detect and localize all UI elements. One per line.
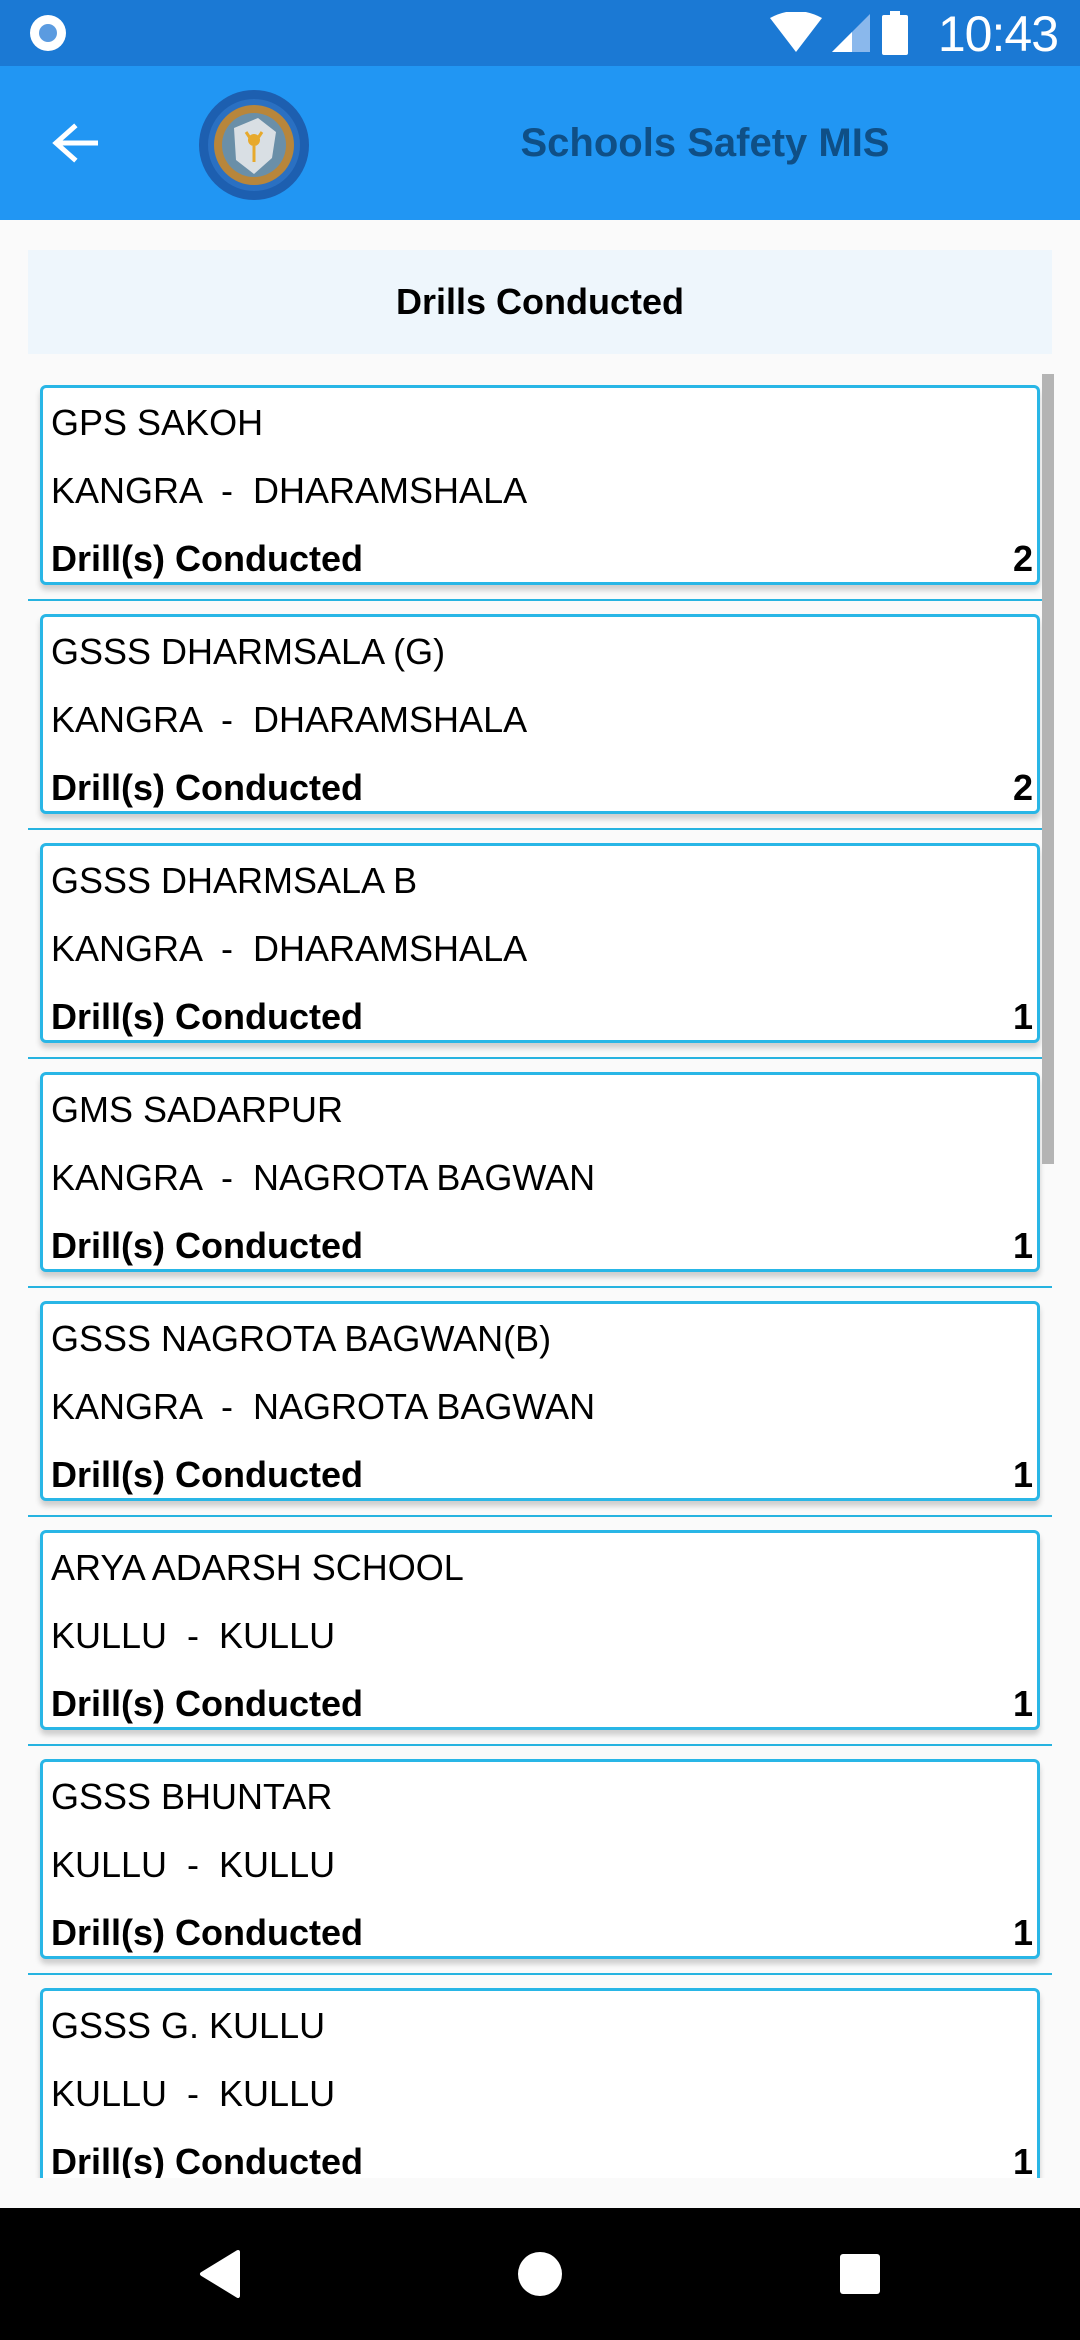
- school-name: GSSS G. KULLU: [51, 2005, 326, 2046]
- scrollbar[interactable]: [1042, 374, 1054, 1164]
- school-card[interactable]: GMS SADARPUR KANGRA - NAGROTA BAGWAN Drill…: [40, 1072, 1040, 1272]
- drills-count: 2: [1012, 767, 1033, 808]
- school-card[interactable]: GSSS DHARMSALA B KANGRA - DHARAMSHALA Dril…: [40, 843, 1040, 1043]
- clock: 10:43: [937, 6, 1059, 62]
- back-nav-button[interactable]: [190, 2244, 250, 2304]
- list-item[interactable]: GSSS NAGROTA BAGWAN(B) KANGRA - NAGROTA B…: [28, 1288, 1052, 1517]
- drills-count: 1: [1012, 1683, 1033, 1724]
- arrow-left-icon: [52, 123, 98, 163]
- hpsdma-logo: [196, 88, 312, 202]
- drills-count: 1: [1012, 996, 1033, 1037]
- school-card[interactable]: GSSS G. KULLU KULLU - KULLU Drill(s) Condu…: [40, 1988, 1040, 2178]
- app-title: Schools Safety MIS: [520, 120, 890, 165]
- recents-nav-button[interactable]: [830, 2244, 890, 2304]
- back-button[interactable]: [40, 110, 110, 176]
- school-name: GSSS DHARMSALA (G): [51, 631, 446, 672]
- school-location: KANGRA - NAGROTA BAGWAN: [51, 1386, 596, 1427]
- list-item[interactable]: GSSS DHARMSALA B KANGRA - DHARAMSHALA Dril…: [28, 830, 1052, 1059]
- school-card[interactable]: GSSS NAGROTA BAGWAN(B) KANGRA - NAGROTA B…: [40, 1301, 1040, 1501]
- status-bar: 10:43: [0, 0, 1080, 66]
- list-item[interactable]: GSSS DHARMSALA (G) KANGRA - DHARAMSHALA Dr…: [28, 601, 1052, 830]
- signal-icon: [832, 14, 870, 52]
- drills-label: Drill(s) Conducted: [51, 1454, 363, 1495]
- drills-label: Drill(s) Conducted: [51, 767, 363, 808]
- recents-nav-icon: [840, 2254, 880, 2294]
- status-icons: [770, 11, 908, 55]
- school-name: GSSS BHUNTAR: [51, 1776, 333, 1817]
- app-bar: Schools Safety MIS: [0, 66, 1080, 220]
- drills-count: 1: [1012, 2141, 1033, 2178]
- school-location: KANGRA - DHARAMSHALA: [51, 470, 528, 511]
- notification-dot-icon: [30, 15, 66, 51]
- list-item[interactable]: GSSS G. KULLU KULLU - KULLU Drill(s) Condu…: [28, 1975, 1052, 2178]
- school-card[interactable]: GPS SAKOH KANGRA - DHARAMSHALA Drill(s) Co…: [40, 385, 1040, 585]
- school-location: KANGRA - NAGROTA BAGWAN: [51, 1157, 596, 1198]
- drills-label: Drill(s) Conducted: [51, 1225, 363, 1266]
- school-name: ARYA ADARSH SCHOOL: [51, 1547, 464, 1588]
- school-location: KANGRA - DHARAMSHALA: [51, 928, 528, 969]
- drills-label: Drill(s) Conducted: [51, 996, 363, 1037]
- school-list[interactable]: GPS SAKOH KANGRA - DHARAMSHALA Drill(s) Co…: [28, 372, 1052, 2178]
- school-name: GPS SAKOH: [51, 402, 264, 443]
- school-location: KANGRA - DHARAMSHALA: [51, 699, 528, 740]
- drills-label: Drill(s) Conducted: [51, 1912, 363, 1953]
- drills-count: 1: [1012, 1225, 1033, 1266]
- school-location: KULLU - KULLU: [51, 1615, 336, 1656]
- home-nav-icon: [518, 2252, 562, 2296]
- drills-label: Drill(s) Conducted: [51, 2141, 363, 2178]
- school-card[interactable]: GSSS BHUNTAR KULLU - KULLU Drill(s) Conduc…: [40, 1759, 1040, 1959]
- list-item[interactable]: GMS SADARPUR KANGRA - NAGROTA BAGWAN Drill…: [28, 1059, 1052, 1288]
- drills-count: 2: [1012, 538, 1033, 579]
- section-title: Drills Conducted: [28, 250, 1052, 354]
- list-item[interactable]: GSSS BHUNTAR KULLU - KULLU Drill(s) Conduc…: [28, 1746, 1052, 1975]
- school-name: GSSS NAGROTA BAGWAN(B): [51, 1318, 552, 1359]
- navigation-bar: [0, 2208, 1080, 2340]
- drills-label: Drill(s) Conducted: [51, 1683, 363, 1724]
- drills-count: 1: [1012, 1912, 1033, 1953]
- drills-count: 1: [1012, 1454, 1033, 1495]
- home-nav-button[interactable]: [510, 2244, 570, 2304]
- school-card[interactable]: ARYA ADARSH SCHOOL KULLU - KULLU Drill(s) …: [40, 1530, 1040, 1730]
- school-name: GSSS DHARMSALA B: [51, 860, 418, 901]
- wifi-icon: [770, 12, 822, 52]
- school-name: GMS SADARPUR: [51, 1089, 344, 1130]
- school-card[interactable]: GSSS DHARMSALA (G) KANGRA - DHARAMSHALA Dr…: [40, 614, 1040, 814]
- school-location: KULLU - KULLU: [51, 2073, 336, 2114]
- back-nav-icon: [200, 2250, 240, 2298]
- drills-label: Drill(s) Conducted: [51, 538, 363, 579]
- school-location: KULLU - KULLU: [51, 1844, 336, 1885]
- list-item[interactable]: GPS SAKOH KANGRA - DHARAMSHALA Drill(s) Co…: [28, 372, 1052, 601]
- list-item[interactable]: ARYA ADARSH SCHOOL KULLU - KULLU Drill(s) …: [28, 1517, 1052, 1746]
- battery-icon: [882, 11, 908, 55]
